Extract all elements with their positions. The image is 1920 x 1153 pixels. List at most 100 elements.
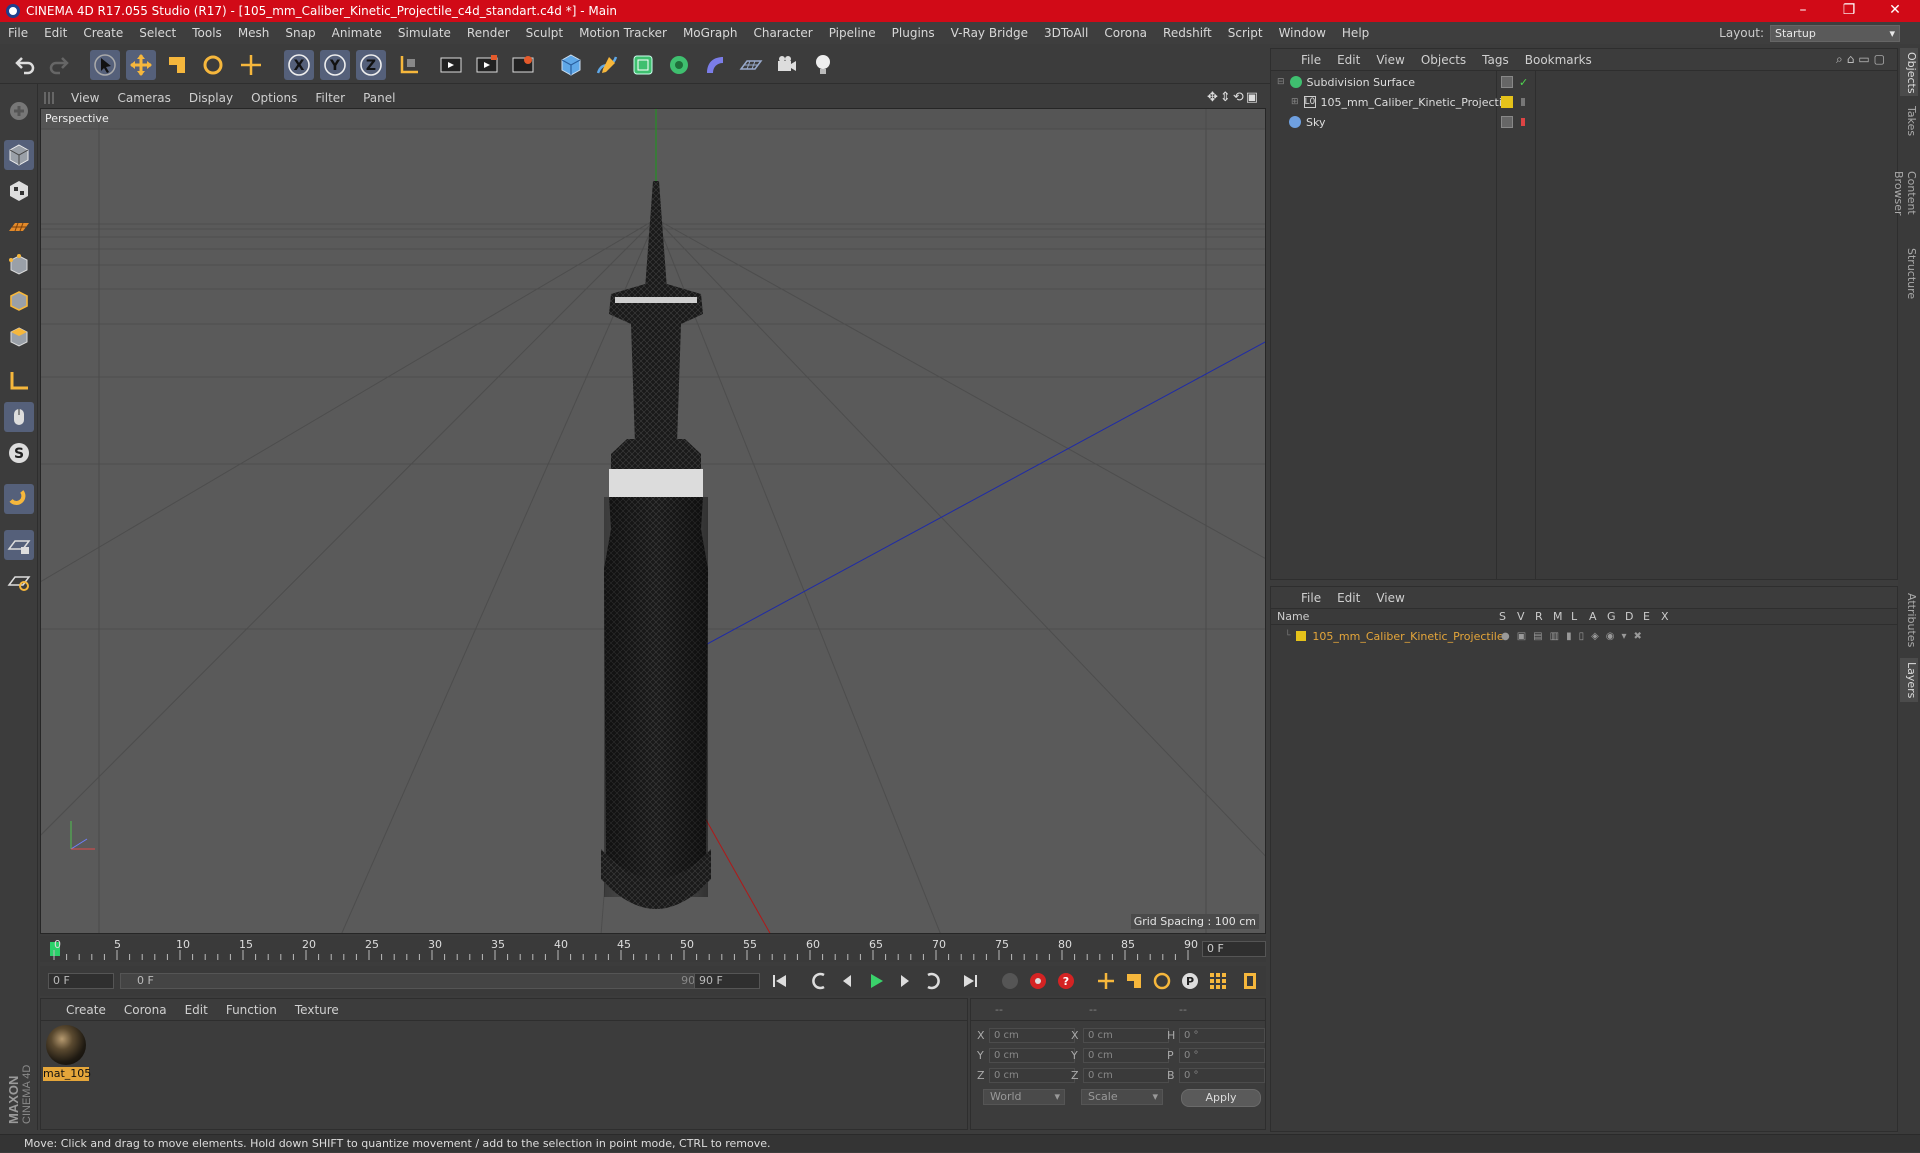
enabled-check-icon[interactable]: ✓ — [1519, 76, 1528, 89]
model-mode-button[interactable] — [4, 140, 34, 170]
menu-plugins[interactable]: Plugins — [884, 26, 943, 40]
size-x-field[interactable]: 0 cm — [1083, 1028, 1169, 1043]
autokey-button[interactable]: ? — [1054, 969, 1078, 993]
menu-create[interactable]: Create — [75, 26, 131, 40]
tab-content-browser[interactable]: Content Browser — [1892, 146, 1918, 240]
previous-frame-button[interactable] — [836, 969, 860, 993]
collapse-icon[interactable]: ⊟ — [1277, 77, 1285, 87]
layer-tag-icon[interactable] — [1501, 116, 1513, 128]
object-row[interactable]: ⊞ L0 105_mm_Caliber_Kinetic_Projectile — [1271, 93, 1897, 111]
search-home-icons[interactable]: ⌕⌂▭▢ — [1836, 52, 1889, 67]
size-z-field[interactable]: 0 cm — [1083, 1068, 1169, 1083]
key-pla-button[interactable] — [1206, 969, 1230, 993]
expand-icon[interactable]: ⊞ — [1291, 97, 1299, 107]
tab-attributes[interactable]: Attributes — [1900, 588, 1918, 652]
viewport-menu-view[interactable]: View — [62, 91, 108, 105]
objects-menu-bookmarks[interactable]: Bookmarks — [1517, 53, 1600, 67]
menu-select[interactable]: Select — [131, 26, 184, 40]
snap-button[interactable]: S — [4, 438, 34, 468]
menu-simulate[interactable]: Simulate — [390, 26, 459, 40]
y-axis-button[interactable]: Y — [320, 50, 350, 80]
render-settings-button[interactable] — [508, 50, 538, 80]
menu-script[interactable]: Script — [1220, 26, 1271, 40]
objects-menu-objects[interactable]: Objects — [1413, 53, 1474, 67]
position-y-field[interactable]: 0 cm — [989, 1048, 1075, 1063]
menu-window[interactable]: Window — [1271, 26, 1334, 40]
object-row[interactable]: Sky — [1271, 113, 1897, 131]
objects-menu-tags[interactable]: Tags — [1474, 53, 1517, 67]
coordinate-mode-select[interactable]: World ▾ — [983, 1089, 1065, 1105]
menu-pipeline[interactable]: Pipeline — [821, 26, 884, 40]
floor-button[interactable] — [736, 50, 766, 80]
texture-mode-button[interactable] — [4, 176, 34, 206]
pen-button[interactable] — [592, 50, 622, 80]
size-mode-select[interactable]: Scale ▾ — [1081, 1089, 1163, 1105]
layer-color-icon[interactable] — [1501, 96, 1513, 108]
viewport-menu-cameras[interactable]: Cameras — [108, 91, 179, 105]
camera-button[interactable] — [772, 50, 802, 80]
material-menu-texture[interactable]: Texture — [286, 1003, 348, 1017]
timeline-ruler[interactable]: 0 5 10 15 20 25 30 35 40 45 50 55 60 65 … — [40, 936, 1266, 962]
menu-3dtoall[interactable]: 3DToAll — [1036, 26, 1096, 40]
rotation-h-field[interactable]: 0 ° — [1179, 1028, 1265, 1043]
menu-redshift[interactable]: Redshift — [1155, 26, 1220, 40]
axis-mode-button[interactable] — [4, 366, 34, 396]
menu-corona[interactable]: Corona — [1096, 26, 1155, 40]
points-mode-button[interactable] — [4, 250, 34, 280]
scale-tool-button[interactable] — [162, 50, 192, 80]
key-parameter-button[interactable]: P — [1178, 969, 1202, 993]
next-key-button[interactable] — [920, 969, 944, 993]
subdivision-button[interactable] — [628, 50, 658, 80]
transform-tool-button[interactable] — [236, 50, 266, 80]
tab-objects[interactable]: Objects — [1900, 48, 1918, 96]
next-frame-button[interactable] — [892, 969, 916, 993]
key-position-button[interactable] — [1094, 969, 1118, 993]
apply-button[interactable]: Apply — [1181, 1089, 1261, 1107]
rotate-tool-button[interactable] — [198, 50, 228, 80]
minimize-button[interactable]: – — [1780, 0, 1826, 22]
menu-character[interactable]: Character — [745, 26, 820, 40]
menu-snap[interactable]: Snap — [277, 26, 323, 40]
menu-motion-tracker[interactable]: Motion Tracker — [571, 26, 675, 40]
objects-menu-view[interactable]: View — [1368, 53, 1412, 67]
menu-render[interactable]: Render — [459, 26, 518, 40]
move-tool-button[interactable] — [126, 50, 156, 80]
visibility-dots-icon[interactable] — [1521, 98, 1525, 106]
tab-structure[interactable]: Structure — [1900, 244, 1918, 304]
polygons-mode-button[interactable] — [4, 322, 34, 352]
grid-rotate-button[interactable] — [4, 566, 34, 596]
objects-menu-edit[interactable]: Edit — [1329, 53, 1368, 67]
redo-button[interactable] — [44, 50, 74, 80]
render-picture-viewer-button[interactable] — [472, 50, 502, 80]
select-tool-button[interactable] — [90, 50, 120, 80]
tab-takes[interactable]: Takes — [1900, 102, 1918, 140]
key-rotation-button[interactable] — [1150, 969, 1174, 993]
layers-menu-view[interactable]: View — [1368, 591, 1412, 605]
3d-viewport[interactable]: Perspective Grid Spacing : 100 cm — [40, 108, 1266, 934]
tab-layers[interactable]: Layers — [1900, 658, 1918, 702]
position-x-field[interactable]: 0 cm — [989, 1028, 1075, 1043]
menu-help[interactable]: Help — [1334, 26, 1377, 40]
close-button[interactable]: ✕ — [1872, 0, 1918, 22]
layer-color-swatch[interactable] — [1296, 631, 1307, 641]
make-editable-button[interactable] — [4, 96, 34, 126]
deformer-button[interactable] — [700, 50, 730, 80]
go-to-end-button[interactable] — [958, 969, 982, 993]
viewport-nav-icons[interactable]: ✥⇕⟲▣ — [1207, 90, 1260, 105]
start-frame-field[interactable]: 0 F — [48, 973, 114, 989]
end-frame-field[interactable]: 90 F — [694, 973, 760, 989]
current-frame-field[interactable]: 0 F — [1202, 941, 1266, 957]
workplane-mode-button[interactable] — [4, 212, 34, 242]
layer-toggle-icons[interactable]: ●▣▤▥▮▯◈◉▾✖ — [1501, 631, 1649, 642]
layers-menu-file[interactable]: File — [1293, 591, 1329, 605]
menu-animate[interactable]: Animate — [324, 26, 390, 40]
material-item[interactable]: mat_105 — [43, 1025, 91, 1081]
restore-button[interactable]: ❐ — [1826, 0, 1872, 22]
x-axis-button[interactable]: X — [284, 50, 314, 80]
menu-sculpt[interactable]: Sculpt — [518, 26, 571, 40]
menu-file[interactable]: File — [0, 26, 36, 40]
menu-vray-bridge[interactable]: V-Ray Bridge — [943, 26, 1036, 40]
tweak-mode-button[interactable] — [4, 402, 34, 432]
layers-menu-edit[interactable]: Edit — [1329, 591, 1368, 605]
object-row[interactable]: ⊟ Subdivision Surface ✓ — [1271, 73, 1897, 91]
